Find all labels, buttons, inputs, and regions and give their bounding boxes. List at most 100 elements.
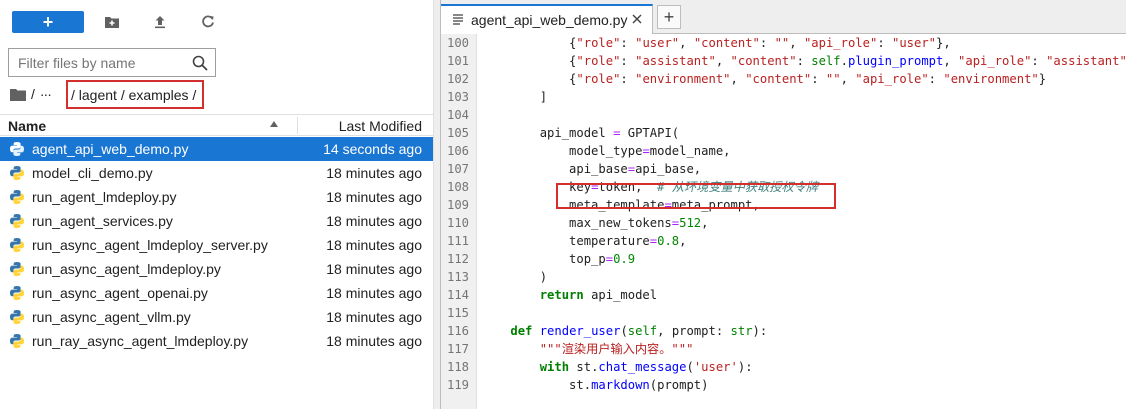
code-line: 119 st.markdown(prompt) bbox=[441, 376, 1126, 394]
breadcrumb-ellipsis[interactable]: ··· bbox=[40, 86, 52, 102]
panel-splitter[interactable] bbox=[433, 0, 441, 409]
code-line: 111 temperature=0.8, bbox=[441, 232, 1126, 250]
python-file-icon bbox=[10, 238, 24, 252]
file-name: run_async_agent_lmdeploy.py bbox=[32, 261, 221, 277]
file-filter-box bbox=[8, 48, 216, 77]
file-filter-input[interactable] bbox=[9, 49, 189, 76]
code-text: top_p=0.9 bbox=[481, 252, 636, 266]
editor-tab-bar: agent_api_web_demo.py + bbox=[441, 0, 1126, 34]
code-line: 109 meta_template=meta_prompt, bbox=[441, 196, 1126, 214]
line-number: 102 bbox=[446, 72, 469, 86]
line-number: 100 bbox=[446, 36, 469, 50]
file-name: run_async_agent_lmdeploy_server.py bbox=[32, 237, 268, 253]
column-divider[interactable] bbox=[297, 117, 298, 134]
file-name: run_agent_services.py bbox=[32, 213, 173, 229]
upload-icon bbox=[155, 16, 165, 29]
breadcrumb-path[interactable]: / lagent / examples / bbox=[71, 87, 196, 103]
code-line: 114 return api_model bbox=[441, 286, 1126, 304]
file-name: run_async_agent_vllm.py bbox=[32, 309, 191, 325]
line-number: 109 bbox=[446, 198, 469, 212]
file-list: agent_api_web_demo.py 14 seconds ago model… bbox=[0, 137, 433, 353]
line-number: 112 bbox=[446, 252, 469, 266]
code-line: 115 bbox=[441, 304, 1126, 322]
code-text: temperature=0.8, bbox=[481, 234, 687, 248]
file-row[interactable]: run_agent_lmdeploy.py 18 minutes ago bbox=[0, 185, 433, 209]
line-number: 108 bbox=[446, 180, 469, 194]
file-row[interactable]: run_async_agent_openai.py 18 minutes ago bbox=[0, 281, 433, 305]
code-line: 116 def render_user(self, prompt: str): bbox=[441, 322, 1126, 340]
line-number: 110 bbox=[446, 216, 469, 230]
code-line: 102 {"role": "environment", "content": "… bbox=[441, 70, 1126, 88]
line-number: 101 bbox=[446, 54, 469, 68]
code-text: key=token, # 从环境变量中获取授权令牌 bbox=[481, 180, 819, 194]
line-number: 103 bbox=[446, 90, 469, 104]
add-tab-button[interactable]: + bbox=[657, 5, 681, 29]
line-number: 104 bbox=[446, 108, 469, 122]
file-modified: 18 minutes ago bbox=[326, 261, 422, 277]
code-line: 106 model_type=model_name, bbox=[441, 142, 1126, 160]
column-header-last-modified[interactable]: Last Modified bbox=[339, 118, 422, 134]
line-number: 118 bbox=[446, 360, 469, 374]
new-folder-button[interactable] bbox=[100, 11, 124, 33]
file-row[interactable]: run_async_agent_vllm.py 18 minutes ago bbox=[0, 305, 433, 329]
python-file-icon bbox=[10, 190, 24, 204]
file-modified: 18 minutes ago bbox=[326, 237, 422, 253]
sort-ascending-icon bbox=[270, 121, 278, 127]
code-text: api_model = GPTAPI( bbox=[481, 126, 680, 140]
column-header-name[interactable]: Name bbox=[8, 118, 46, 134]
search-icon bbox=[192, 55, 208, 71]
line-number: 105 bbox=[446, 126, 469, 140]
file-modified: 14 seconds ago bbox=[323, 141, 422, 157]
file-row[interactable]: run_agent_services.py 18 minutes ago bbox=[0, 209, 433, 233]
editor-panel: agent_api_web_demo.py + 100 {"role": "us… bbox=[441, 0, 1126, 409]
code-text: """渲染用户输入内容。""" bbox=[539, 342, 694, 356]
file-modified: 18 minutes ago bbox=[326, 285, 422, 301]
python-file-icon bbox=[10, 166, 24, 180]
line-number: 117 bbox=[446, 342, 469, 356]
file-row[interactable]: model_cli_demo.py 18 minutes ago bbox=[0, 161, 433, 185]
file-modified: 18 minutes ago bbox=[326, 189, 422, 205]
code-editor[interactable]: 100 {"role": "user", "content": "", "api… bbox=[441, 34, 1126, 409]
code-text: model_type=model_name, bbox=[481, 144, 731, 158]
file-row[interactable]: agent_api_web_demo.py 14 seconds ago bbox=[0, 137, 433, 161]
line-number: 114 bbox=[446, 288, 469, 302]
folder-icon[interactable] bbox=[10, 88, 26, 101]
file-modified: 18 minutes ago bbox=[326, 309, 422, 325]
refresh-button[interactable] bbox=[196, 11, 220, 33]
line-number: 111 bbox=[446, 234, 469, 248]
code-text: ) bbox=[481, 270, 548, 284]
file-name: run_agent_lmdeploy.py bbox=[32, 189, 177, 205]
file-name: model_cli_demo.py bbox=[32, 165, 153, 181]
tab-label: agent_api_web_demo.py bbox=[471, 12, 628, 28]
file-browser-panel: + / bbox=[0, 0, 433, 409]
python-file-icon bbox=[10, 286, 24, 300]
code-text: meta_template=meta_prompt, bbox=[481, 198, 760, 212]
code-line: 104 bbox=[441, 106, 1126, 124]
python-file-icon bbox=[10, 214, 24, 228]
code-line: 110 max_new_tokens=512, bbox=[441, 214, 1126, 232]
file-row[interactable]: run_async_agent_lmdeploy_server.py 18 min… bbox=[0, 233, 433, 257]
python-file-icon bbox=[10, 142, 24, 156]
code-line: 112 top_p=0.9 bbox=[441, 250, 1126, 268]
line-number: 107 bbox=[446, 162, 469, 176]
code-text: with st.chat_message('user'): bbox=[539, 360, 753, 374]
file-row[interactable]: run_async_agent_lmdeploy.py 18 minutes ag… bbox=[0, 257, 433, 281]
tab-agent-api-web-demo[interactable]: agent_api_web_demo.py bbox=[441, 4, 653, 34]
new-launcher-button[interactable]: + bbox=[12, 11, 84, 33]
file-list-header: Name Last Modified bbox=[0, 114, 433, 136]
code-text: {"role": "environment", "content": "", "… bbox=[481, 72, 1047, 86]
file-text-icon bbox=[453, 14, 463, 25]
code-text: def render_user(self, prompt: str): bbox=[510, 324, 768, 338]
upload-button[interactable] bbox=[148, 11, 172, 33]
code-line: 105 api_model = GPTAPI( bbox=[441, 124, 1126, 142]
file-name: run_ray_async_agent_lmdeploy.py bbox=[32, 333, 249, 349]
plus-icon: + bbox=[663, 7, 675, 27]
code-line: 100 {"role": "user", "content": "", "api… bbox=[441, 34, 1126, 52]
file-modified: 18 minutes ago bbox=[326, 213, 422, 229]
code-line: 103 ] bbox=[441, 88, 1126, 106]
file-row[interactable]: run_ray_async_agent_lmdeploy.py 18 minute… bbox=[0, 329, 433, 353]
code-line: 107 api_base=api_base, bbox=[441, 160, 1126, 178]
file-name: agent_api_web_demo.py bbox=[32, 141, 189, 157]
close-icon[interactable] bbox=[632, 14, 642, 24]
code-text: return api_model bbox=[539, 288, 658, 302]
